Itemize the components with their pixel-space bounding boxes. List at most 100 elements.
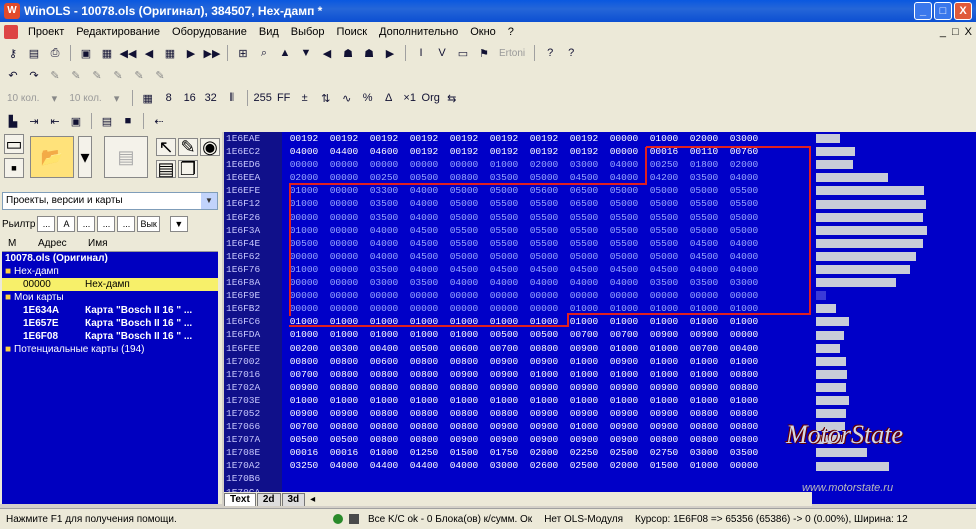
hex-cell[interactable]: 01000 xyxy=(564,355,604,368)
hex-cell[interactable]: 00800 xyxy=(724,368,764,381)
signed-icon[interactable]: ± xyxy=(296,89,314,107)
hex-row[interactable]: 00900 00900 00800 00800 00800 00800 00900 00900… xyxy=(284,407,812,420)
hex-cell[interactable]: 01000 xyxy=(364,328,404,341)
find-icon[interactable]: ☗ xyxy=(339,44,357,62)
tab-2d[interactable]: 2d xyxy=(256,492,281,506)
menu-help[interactable]: ? xyxy=(502,26,520,38)
context-help-icon[interactable]: ? xyxy=(562,44,580,62)
hex-cell[interactable]: 00800 xyxy=(324,381,364,394)
mdi-minimize-button[interactable]: _ xyxy=(940,26,946,38)
hex-cell[interactable]: 00800 xyxy=(404,433,444,446)
hex-cell[interactable]: 02500 xyxy=(604,446,644,459)
hex-ff-icon[interactable]: FF xyxy=(275,89,293,107)
hex-cell[interactable]: 00900 xyxy=(604,433,644,446)
i-icon[interactable]: I xyxy=(412,44,430,62)
hex-cell[interactable]: 00900 xyxy=(444,433,484,446)
menu-extra[interactable]: Дополнительно xyxy=(373,26,464,38)
hex-cell[interactable]: 01000 xyxy=(444,328,484,341)
hex-cell[interactable]: 01000 xyxy=(684,315,724,328)
hex-cell[interactable]: 01000 xyxy=(644,315,684,328)
hex-cell[interactable]: 00500 xyxy=(404,342,444,355)
hex-cell[interactable]: 00900 xyxy=(564,381,604,394)
tool-b-icon[interactable]: ✎ xyxy=(67,66,85,84)
hex-cell[interactable]: 00900 xyxy=(444,368,484,381)
hex-row[interactable]: 00200 00300 00400 00500 00600 00700 00800 00900… xyxy=(284,342,812,355)
import-icon[interactable]: ⇥ xyxy=(25,112,43,130)
hex-cell[interactable]: 01000 xyxy=(324,328,364,341)
columns-field-2[interactable]: 10 кол. xyxy=(66,93,104,104)
tab-3d[interactable]: 3d xyxy=(281,492,306,506)
key-icon[interactable]: ⚷ xyxy=(4,44,22,62)
hex-cell[interactable]: 01000 xyxy=(644,342,684,355)
menu-window[interactable]: Окно xyxy=(464,26,502,38)
hex-cell[interactable]: 00800 xyxy=(324,355,364,368)
hex-cell[interactable]: 00800 xyxy=(404,407,444,420)
hex-cell[interactable]: 02000 xyxy=(604,459,644,472)
tree-folder-my-maps[interactable]: ■ Мои карты xyxy=(2,291,218,304)
hex-cell[interactable]: 00800 xyxy=(324,420,364,433)
hex-cell[interactable]: 00800 xyxy=(404,381,444,394)
last-icon[interactable]: ▶▶ xyxy=(203,44,221,62)
columns-spin-2-icon[interactable]: ▾ xyxy=(108,89,126,107)
hex-row[interactable]: 01000 01000 01000 01000 01000 00500 00500 00700… xyxy=(284,328,812,341)
hex-cell[interactable]: 00900 xyxy=(564,433,604,446)
menu-search[interactable]: Поиск xyxy=(331,26,373,38)
hex-cell[interactable]: 01000 xyxy=(364,394,404,407)
hex-cell[interactable]: 00700 xyxy=(284,420,324,433)
filter-button-4[interactable]: ... xyxy=(97,216,116,232)
hex-cell[interactable]: 00800 xyxy=(444,407,484,420)
hex-cell[interactable]: 04400 xyxy=(364,459,404,472)
select-icon[interactable]: ⊞ xyxy=(234,44,252,62)
hex-cell[interactable]: 01000 xyxy=(444,394,484,407)
tree-item-map[interactable]: 1E6F08 Карта "Bosch II 16 " ... xyxy=(2,330,218,343)
hex-cell[interactable]: 00900 xyxy=(484,420,524,433)
hex-cell[interactable]: 00700 xyxy=(604,328,644,341)
hex-cell[interactable]: 00192 xyxy=(364,132,404,145)
tool-a-icon[interactable]: ✎ xyxy=(46,66,64,84)
original-icon[interactable]: Org xyxy=(422,89,440,107)
hex-row[interactable]: 00192 00192 00192 00192 00192 00192 00192 00192… xyxy=(284,132,812,145)
hex-cell[interactable]: 00900 xyxy=(644,420,684,433)
find-next-icon[interactable]: ▶ xyxy=(381,44,399,62)
hex-cell[interactable]: 00900 xyxy=(684,381,724,394)
hex-cell[interactable]: 00800 xyxy=(684,407,724,420)
hex-cell[interactable]: 00900 xyxy=(524,407,564,420)
next-icon[interactable]: ▶ xyxy=(182,44,200,62)
mdi-close-button[interactable]: X xyxy=(965,26,972,38)
percent-icon[interactable]: % xyxy=(359,89,377,107)
hex-cell[interactable]: 00192 xyxy=(324,132,364,145)
hex-cell[interactable]: 01000 xyxy=(564,315,604,328)
hex-cell[interactable]: 00192 xyxy=(484,132,524,145)
open-dropdown-icon[interactable]: ▾ xyxy=(78,136,92,178)
hex-cell[interactable]: 01000 xyxy=(284,394,324,407)
zoom-icon[interactable]: ⌕ xyxy=(255,44,273,62)
hex-cell[interactable]: 00700 xyxy=(564,328,604,341)
hex-cell[interactable]: 00000 xyxy=(604,132,644,145)
chevron-down-icon[interactable]: ▼ xyxy=(201,193,217,209)
hex-cell[interactable]: 02000 xyxy=(684,132,724,145)
hex-cell[interactable]: 01000 xyxy=(604,315,644,328)
hex-cell[interactable]: 01000 xyxy=(524,394,564,407)
hex-cell[interactable]: 04000 xyxy=(324,459,364,472)
hex-cell[interactable]: 00192 xyxy=(444,132,484,145)
hex-cell[interactable]: 00900 xyxy=(484,355,524,368)
hex-cell[interactable]: 00800 xyxy=(644,433,684,446)
hex-cell[interactable]: 00900 xyxy=(524,381,564,394)
hex-row[interactable]: 00900 00800 00800 00800 00800 00900 00900 00900… xyxy=(284,381,812,394)
hex-cell[interactable]: 03000 xyxy=(724,132,764,145)
tree-header-m[interactable]: M xyxy=(2,238,32,249)
hex-row[interactable]: 00700 00800 00800 00800 00800 00900 00900 01000… xyxy=(284,420,812,433)
hex-cell[interactable]: 00700 xyxy=(284,368,324,381)
tab-text[interactable]: Text xyxy=(224,492,256,506)
hex-cell[interactable]: 00016 xyxy=(284,446,324,459)
hex-cell[interactable]: 00000 xyxy=(724,328,764,341)
hex-cell[interactable]: 00800 xyxy=(364,381,404,394)
hex-row[interactable]: 00016 00016 01000 01250 01500 01750 02000 02250… xyxy=(284,446,812,459)
hex-cell[interactable]: 00700 xyxy=(484,342,524,355)
hex-cell[interactable]: 00800 xyxy=(364,433,404,446)
hex-cell[interactable]: 00900 xyxy=(524,355,564,368)
hex-cell[interactable]: 01000 xyxy=(644,355,684,368)
hex-cell[interactable]: 00500 xyxy=(484,328,524,341)
find-all-icon[interactable]: ☗ xyxy=(360,44,378,62)
hex-cell[interactable]: 00600 xyxy=(444,342,484,355)
